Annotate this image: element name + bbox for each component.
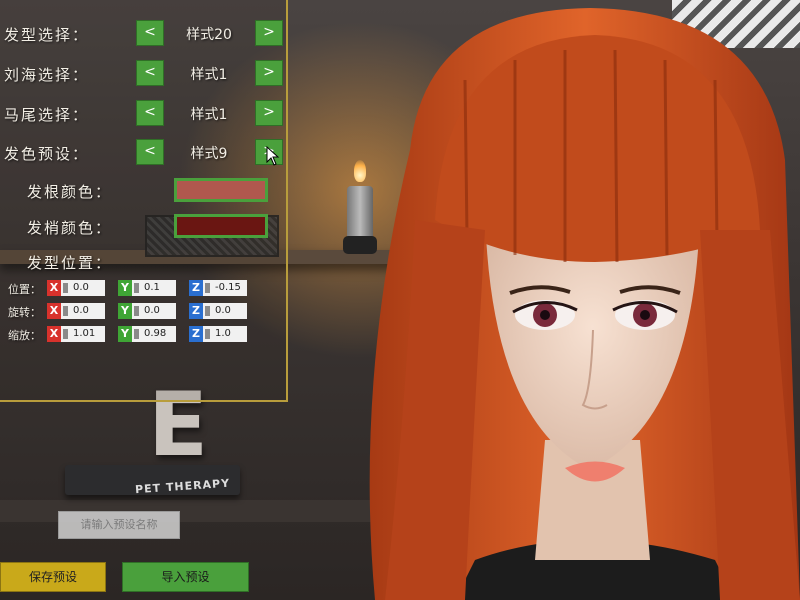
scale-y-axis: Y: [118, 326, 132, 342]
bangs-value: 样式1: [190, 67, 228, 83]
rotation-x-axis: X: [47, 303, 61, 319]
ponytail-label: 马尾选择：: [4, 106, 90, 124]
position-y-axis: Y: [118, 280, 132, 296]
bangs-next-button[interactable]: >: [255, 60, 283, 86]
ponytail-prev-button[interactable]: <: [136, 100, 164, 126]
tip-color-label: 发梢颜色：: [27, 219, 113, 237]
tip-color-swatch: [177, 217, 265, 235]
position-x-field[interactable]: 0.0: [61, 280, 105, 296]
root-color-swatch: [177, 181, 265, 199]
hairstyle-next-button[interactable]: >: [255, 20, 283, 46]
rotation-label: 旋转：: [8, 306, 41, 319]
preset-name-input[interactable]: 请输入预设名称: [58, 511, 180, 539]
save-preset-button[interactable]: 保存预设: [0, 562, 106, 592]
rotation-z-field[interactable]: 0.0: [203, 303, 247, 319]
ponytail-value: 样式1: [190, 107, 228, 123]
hair-color-value: 样式9: [190, 146, 228, 162]
bangs-label: 刘海选择：: [4, 66, 90, 84]
rotation-y-axis: Y: [118, 303, 132, 319]
hair-color-prev-button[interactable]: <: [136, 139, 164, 165]
rotation-x-field[interactable]: 0.0: [61, 303, 105, 319]
hairstyle-label: 发型选择：: [4, 26, 90, 44]
mouse-cursor-icon: [266, 146, 280, 166]
hair-position-title: 发型位置：: [27, 254, 113, 272]
scale-x-field[interactable]: 1.01: [61, 326, 105, 342]
rotation-y-field[interactable]: 0.0: [132, 303, 176, 319]
position-z-field[interactable]: -0.15: [203, 280, 247, 296]
scale-z-field[interactable]: 1.0: [203, 326, 247, 342]
scale-y-field[interactable]: 0.98: [132, 326, 176, 342]
position-x-axis: X: [47, 280, 61, 296]
root-color-picker[interactable]: [174, 178, 268, 202]
rotation-z-axis: Z: [189, 303, 203, 319]
scale-label: 缩放：: [8, 329, 41, 342]
lower-shelf: [0, 500, 380, 522]
position-y-field[interactable]: 0.1: [132, 280, 176, 296]
hairstyle-value: 样式20: [186, 27, 232, 43]
character-model: [369, 8, 800, 600]
scale-x-axis: X: [47, 326, 61, 342]
tip-color-picker[interactable]: [174, 214, 268, 238]
root-color-label: 发根颜色：: [27, 183, 113, 201]
ponytail-next-button[interactable]: >: [255, 100, 283, 126]
position-label: 位置：: [8, 283, 41, 296]
import-preset-button[interactable]: 导入预设: [122, 562, 249, 592]
hair-color-preset-label: 发色预设：: [4, 145, 90, 163]
position-z-axis: Z: [189, 280, 203, 296]
scale-z-axis: Z: [189, 326, 203, 342]
bangs-prev-button[interactable]: <: [136, 60, 164, 86]
hairstyle-prev-button[interactable]: <: [136, 20, 164, 46]
